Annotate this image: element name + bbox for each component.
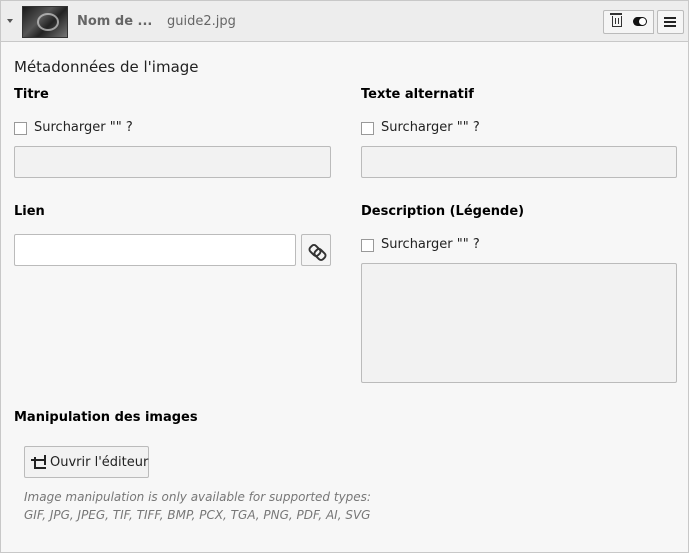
image-thumbnail	[22, 6, 68, 38]
menu-icon	[664, 17, 676, 19]
chain-link-icon	[310, 244, 324, 258]
title-override-label: Surcharger "" ?	[34, 120, 133, 135]
header-name-label: Nom de ...	[77, 14, 153, 29]
crop-icon	[31, 455, 46, 469]
header-file-name: guide2.jpg	[167, 14, 236, 29]
description-override-checkbox[interactable]	[361, 239, 374, 252]
title-input[interactable]	[14, 146, 331, 178]
description-override-label: Surcharger "" ?	[381, 237, 480, 252]
manipulation-note-line2: GIF, JPG, JPEG, TIF, TIFF, BMP, PCX, TGA…	[24, 508, 371, 522]
visibility-toggle-button[interactable]	[628, 10, 654, 34]
toggle-icon	[633, 17, 647, 26]
alt-text-input[interactable]	[361, 146, 677, 178]
link-label: Lien	[14, 204, 45, 219]
panel-header[interactable]: Nom de ... guide2.jpg	[1, 1, 688, 42]
delete-button[interactable]	[603, 10, 630, 34]
image-manipulation-label: Manipulation des images	[14, 410, 198, 425]
image-reference-panel: Nom de ... guide2.jpg Métadonnées de l'i…	[0, 0, 689, 553]
trash-icon	[610, 13, 622, 27]
alt-override-checkbox[interactable]	[361, 122, 374, 135]
title-label: Titre	[14, 87, 49, 102]
caret-down-icon[interactable]	[7, 19, 13, 23]
description-label: Description (Légende)	[361, 204, 525, 219]
section-title: Métadonnées de l'image	[14, 58, 199, 76]
description-textarea[interactable]	[361, 263, 677, 383]
link-input[interactable]	[14, 234, 296, 266]
alt-override-label: Surcharger "" ?	[381, 120, 480, 135]
header-button-group	[603, 10, 684, 34]
alt-text-label: Texte alternatif	[361, 87, 474, 102]
manipulation-note-line1: Image manipulation is only available for…	[24, 490, 371, 504]
open-editor-button[interactable]: Ouvrir l'éditeur	[24, 446, 149, 478]
link-browser-button[interactable]	[301, 234, 331, 266]
title-override-checkbox[interactable]	[14, 122, 27, 135]
open-editor-label: Ouvrir l'éditeur	[50, 455, 149, 470]
menu-button[interactable]	[657, 10, 684, 34]
